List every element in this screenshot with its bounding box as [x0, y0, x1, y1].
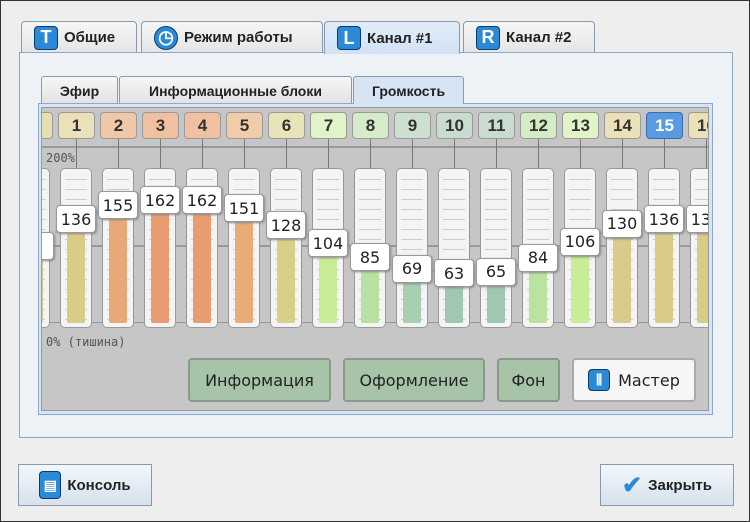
tab-label: Режим работы — [184, 29, 293, 46]
button-label: Консоль — [67, 476, 131, 494]
fader-knob[interactable]: 63 — [434, 259, 474, 288]
clock-icon: ◷ — [154, 25, 178, 50]
tab-channel-1[interactable]: L Канал #1 — [324, 21, 460, 54]
subtab-volume[interactable]: Громкость — [353, 76, 464, 104]
fader-knob[interactable]: 162 — [182, 186, 222, 215]
close-button[interactable]: ✔ Закрыть — [600, 464, 734, 506]
tab-channel-2[interactable]: R Канал #2 — [463, 21, 595, 53]
fader-knob[interactable]: 106 — [560, 227, 600, 256]
fader-knob[interactable]: 136 — [56, 205, 96, 234]
subtab-air[interactable]: Эфир — [41, 76, 118, 104]
checkmark-icon: ✔ — [622, 471, 643, 499]
t-icon: T — [34, 25, 58, 50]
fader-knob[interactable]: 104 — [308, 229, 348, 258]
fader-knob[interactable]: 85 — [350, 243, 390, 272]
fader-knob[interactable] — [42, 232, 54, 260]
fader-knob[interactable]: 155 — [98, 191, 138, 220]
fader-knob[interactable]: 136 — [686, 205, 708, 234]
subtab-info-blocks[interactable]: Информационные блоки — [119, 76, 352, 104]
mixer: 200% 0% (тишина) Информация Оформление Ф… — [41, 107, 709, 411]
tab-general[interactable]: T Общие — [21, 21, 137, 53]
r-icon: R — [476, 25, 500, 50]
fader-knob[interactable]: 130 — [602, 209, 642, 238]
tab-label: Канал #1 — [367, 29, 433, 47]
button-label: Закрыть — [648, 476, 712, 494]
console-window-icon: ▤ — [39, 471, 62, 499]
tab-mode[interactable]: ◷ Режим работы — [141, 21, 323, 53]
fader-knob[interactable]: 69 — [392, 254, 432, 283]
tab-label: Общие — [64, 29, 116, 46]
l-icon: L — [337, 26, 361, 50]
fader-knob[interactable]: 151 — [224, 194, 264, 223]
fader-knob[interactable]: 128 — [266, 211, 306, 240]
fader-knob[interactable]: 65 — [476, 257, 516, 286]
console-button[interactable]: ▤ Консоль — [18, 464, 152, 506]
fader-knob[interactable]: 136 — [644, 205, 684, 234]
tab-label: Канал #2 — [506, 29, 572, 46]
fader-knob[interactable]: 162 — [140, 186, 180, 215]
fader-knob[interactable]: 84 — [518, 243, 558, 272]
